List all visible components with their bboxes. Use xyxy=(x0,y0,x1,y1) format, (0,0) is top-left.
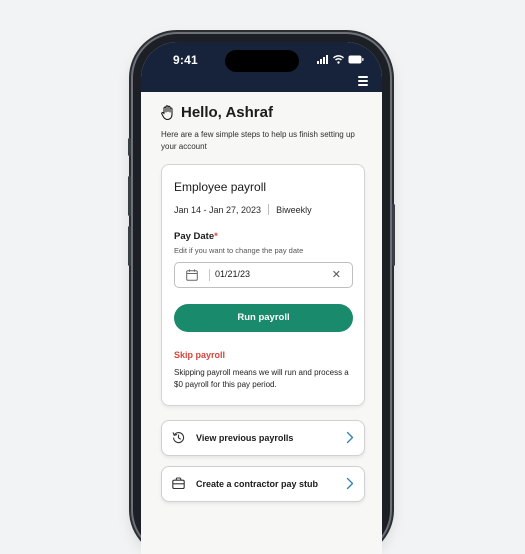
side-button-volume-down xyxy=(128,226,131,266)
wifi-icon xyxy=(333,55,344,64)
pay-frequency: Biweekly xyxy=(276,204,312,215)
greeting-title: Hello, Ashraf xyxy=(181,104,273,121)
status-bar: 9:41 xyxy=(141,42,382,92)
side-button-volume-up xyxy=(128,176,131,216)
history-icon xyxy=(172,432,185,444)
side-button-power xyxy=(392,204,395,266)
phone-screen: 9:41 Hello, Ashraf Here are a few simple… xyxy=(141,42,382,554)
required-marker: * xyxy=(214,231,218,242)
greeting-section: Hello, Ashraf Here are a few simple step… xyxy=(161,104,366,153)
create-contractor-pay-stub-button[interactable]: Create a contractor pay stub xyxy=(161,466,365,502)
pay-date-input[interactable]: 01/21/23 ✕ xyxy=(174,262,353,288)
dynamic-island xyxy=(225,50,299,72)
status-icons xyxy=(317,55,364,64)
waving-hand-icon xyxy=(161,105,173,120)
side-button-silent xyxy=(128,138,131,156)
pay-date-hint: Edit if you want to change the pay date xyxy=(174,246,304,255)
pay-date-label: Pay Date* xyxy=(174,231,218,242)
greeting-header: Hello, Ashraf xyxy=(161,104,366,121)
view-previous-payrolls-button[interactable]: View previous payrolls xyxy=(161,420,365,456)
pay-period-dates: Jan 14 - Jan 27, 2023 xyxy=(174,204,262,215)
battery-icon xyxy=(348,55,364,64)
pay-date-label-text: Pay Date xyxy=(174,231,215,242)
input-divider xyxy=(209,269,210,281)
briefcase-icon xyxy=(172,477,185,490)
skip-payroll-link[interactable]: Skip payroll xyxy=(174,350,225,360)
clear-date-icon[interactable]: ✕ xyxy=(332,268,341,281)
status-time: 9:41 xyxy=(173,53,198,67)
create-contractor-pay-stub-label: Create a contractor pay stub xyxy=(196,479,319,489)
chevron-right-icon xyxy=(346,431,354,444)
pay-date-value[interactable]: 01/21/23 xyxy=(215,269,250,279)
signal-icon xyxy=(317,55,328,64)
employee-payroll-card: Employee payroll Jan 14 - Jan 27, 2023 B… xyxy=(161,164,365,406)
phone-frame: 9:41 Hello, Ashraf Here are a few simple… xyxy=(128,34,395,554)
chevron-right-icon xyxy=(346,477,354,490)
pay-period: Jan 14 - Jan 27, 2023 Biweekly xyxy=(174,204,312,215)
skip-payroll-description: Skipping payroll means we will run and p… xyxy=(174,368,349,389)
divider xyxy=(268,204,270,215)
greeting-subtitle: Here are a few simple steps to help us f… xyxy=(161,130,355,151)
run-payroll-button[interactable]: Run payroll xyxy=(174,304,353,332)
view-previous-payrolls-label: View previous payrolls xyxy=(196,433,294,443)
calendar-icon[interactable] xyxy=(186,269,198,281)
hamburger-menu-icon[interactable] xyxy=(358,76,368,88)
card-title: Employee payroll xyxy=(174,180,267,194)
